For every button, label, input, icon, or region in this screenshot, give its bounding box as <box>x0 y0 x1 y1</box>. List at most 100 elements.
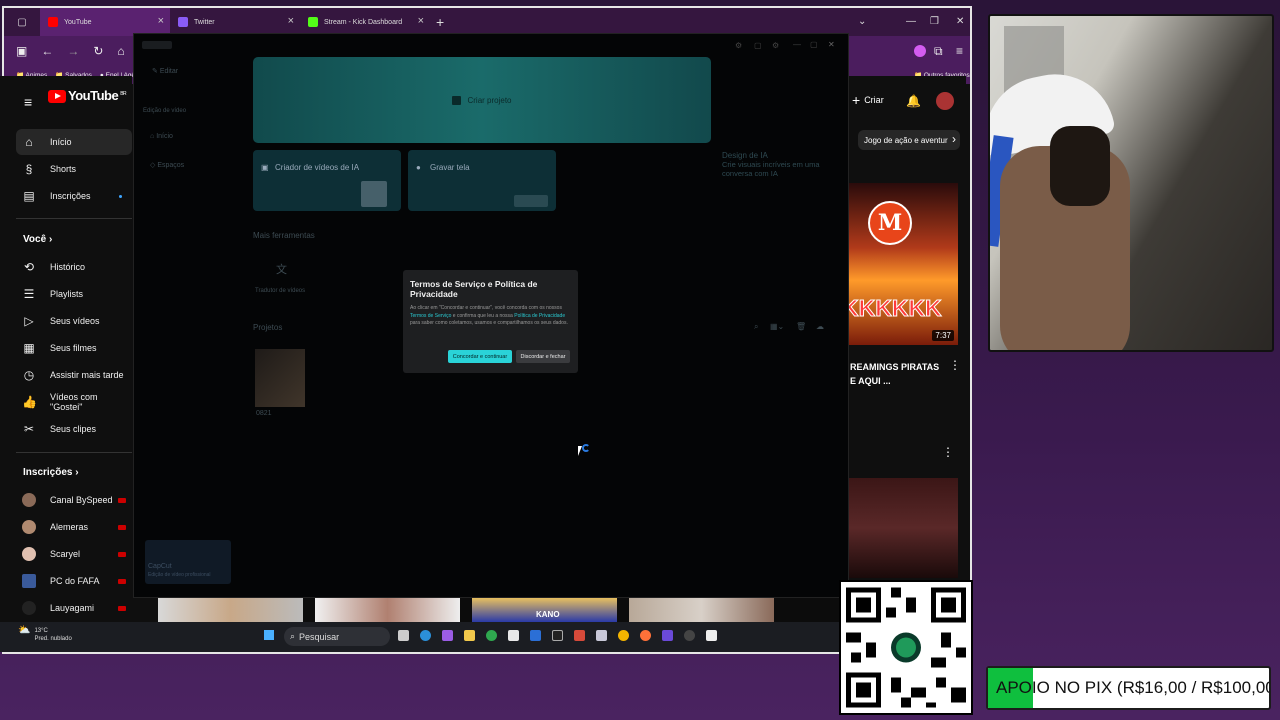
ai-video-icon: ▣ <box>261 163 269 172</box>
close-tab-icon[interactable]: × <box>418 15 424 27</box>
menu-icon[interactable]: ≡ <box>956 44 963 58</box>
create-button[interactable]: + Criar <box>852 92 884 108</box>
more-options-icon[interactable]: ⋮ <box>942 445 954 459</box>
sidebar-item-seus-filmes[interactable]: ▦ Seus filmes <box>16 335 132 361</box>
new-tab-icon[interactable]: + <box>436 14 444 30</box>
app-icon[interactable] <box>574 630 585 641</box>
subs-section-header[interactable]: Inscrições › <box>23 467 79 478</box>
store-icon[interactable] <box>508 630 519 641</box>
you-section-header[interactable]: Você › <box>23 234 52 245</box>
project-name[interactable]: 0821 <box>256 410 272 417</box>
back-icon[interactable]: ← <box>41 44 53 58</box>
app-icon[interactable] <box>596 630 607 641</box>
xbox-icon[interactable] <box>486 630 497 641</box>
capcut-sidebar-spaces[interactable]: ◇ Espaços <box>150 161 184 169</box>
capcut-help-icon[interactable]: ⚙ <box>772 41 779 50</box>
firefox-icon[interactable] <box>640 630 651 641</box>
agree-button[interactable]: Concordar e continuar <box>448 350 512 363</box>
record-screen-card[interactable]: ● Gravar tela <box>408 150 556 211</box>
sidebar-item-assistir-mais-tarde[interactable]: ◷ Assistir mais tarde <box>16 362 132 388</box>
search-icon[interactable]: ⌕ <box>754 322 758 332</box>
copilot-icon[interactable] <box>442 630 453 641</box>
notifications-bell-icon[interactable]: 🔔 <box>906 94 921 108</box>
tab-twitter[interactable]: Twitter × <box>170 8 300 36</box>
taskbar-search[interactable]: ⌕ Pesquisar <box>284 627 390 646</box>
sidebar-item-seus-videos[interactable]: ▷ Seus vídeos <box>16 308 132 334</box>
chevron-right-icon[interactable]: › <box>952 132 956 146</box>
sidebar-item-seus-clipes[interactable]: ✂ Seus clipes <box>16 416 132 442</box>
translate-icon[interactable]: 文 <box>276 261 287 277</box>
sub-canal-byspeed[interactable]: Canal BySpeed <box>16 487 132 513</box>
capcut-sidebar-home[interactable]: ⌂ Início <box>150 133 173 140</box>
maximize-icon[interactable]: ❐ <box>930 16 939 27</box>
shorts-icon: § <box>25 162 33 176</box>
trash-icon[interactable]: 🗑 <box>796 322 806 331</box>
youtube-logo[interactable]: YouTube BR <box>48 88 127 104</box>
sub-alemeras[interactable]: Alemeras <box>16 514 132 540</box>
home-icon[interactable]: ⌂ <box>117 44 124 58</box>
sub-pc-do-fafa[interactable]: PC do FAFA <box>16 568 132 594</box>
tab-list-icon[interactable]: ⌄ <box>858 16 866 27</box>
tab-actions-icon[interactable]: ▢ <box>4 17 40 28</box>
capcut-feedback-icon[interactable]: ▢ <box>754 41 762 50</box>
app-icon[interactable] <box>706 630 717 641</box>
capcut-maximize-icon[interactable]: ▢ <box>810 40 818 49</box>
ai-video-creator-card[interactable]: ▣ Criador de vídeos de IA <box>253 150 401 211</box>
card-label: Gravar tela <box>430 163 470 172</box>
minimize-icon[interactable]: — <box>906 16 916 27</box>
project-thumbnail[interactable] <box>255 349 305 407</box>
video-translator-label[interactable]: Tradutor de vídeos <box>255 288 305 294</box>
forward-icon[interactable]: → <box>67 44 79 58</box>
account-avatar[interactable] <box>936 92 954 110</box>
home-icon: ⌂ <box>25 135 33 149</box>
capcut-settings-icon[interactable]: ⚙ <box>735 41 742 50</box>
more-options-icon[interactable]: ⋮ <box>949 358 961 372</box>
close-tab-icon[interactable]: × <box>288 15 294 27</box>
sidebar-item-label: Assistir mais tarde <box>50 370 124 380</box>
file-explorer-icon[interactable] <box>464 630 475 641</box>
close-window-icon[interactable]: ✕ <box>956 16 964 27</box>
profile-icon[interactable] <box>914 45 926 57</box>
tab-kick[interactable]: Stream - Kick Dashboard × <box>300 8 430 36</box>
obs-icon[interactable] <box>684 630 695 641</box>
reload-icon[interactable]: ↻ <box>93 44 103 58</box>
sub-scaryel[interactable]: Scaryel <box>16 541 132 567</box>
privacy-link[interactable]: Política de Privacidade <box>514 313 565 319</box>
sidebar-toggle-icon[interactable]: ▣ <box>16 44 27 58</box>
sub-lauyagami[interactable]: Lauyagami <box>16 595 132 621</box>
create-project-label: Criar projeto <box>467 95 512 105</box>
weather-widget[interactable]: ⛅ 13°C Pred. nublado <box>18 626 72 643</box>
sidebar-item-playlists[interactable]: ☰ Playlists <box>16 281 132 307</box>
view-toggle-icon[interactable]: ▦⌄ <box>770 322 784 331</box>
sidebar-item-historico[interactable]: ⟲ Histórico <box>16 254 132 280</box>
hamburger-menu-icon[interactable]: ≡ <box>24 94 32 110</box>
capcut-close-icon[interactable]: ✕ <box>828 40 835 49</box>
close-tab-icon[interactable]: × <box>158 15 164 27</box>
cloud-icon[interactable]: ☁ <box>816 322 824 331</box>
extensions-icon[interactable]: ⧉ <box>934 44 943 59</box>
terms-link[interactable]: Termos de Serviço <box>410 313 451 319</box>
create-project-button[interactable]: Criar projeto <box>253 57 711 143</box>
video-thumbnail[interactable]: M KKKKKK 7:37 <box>842 183 958 345</box>
capcut-taskbar-icon[interactable] <box>552 630 563 641</box>
chrome-icon[interactable] <box>618 630 629 641</box>
video-title[interactable]: REAMINGS PIRATAS E E AQUI ... <box>850 360 942 388</box>
task-view-icon[interactable] <box>398 630 409 641</box>
sidebar-item-videos-gostei[interactable]: 👍 Vídeos com "Gostei" <box>16 389 132 415</box>
ai-design-promo[interactable]: Design de IA Crie visuais incríveis em u… <box>722 151 822 178</box>
video-thumbnail[interactable] <box>848 478 958 578</box>
mail-icon[interactable] <box>530 630 541 641</box>
windows-start-icon[interactable] <box>263 629 275 641</box>
sidebar-item-shorts[interactable]: § Shorts <box>16 156 132 182</box>
edge-icon[interactable] <box>420 630 431 641</box>
app-icon[interactable] <box>662 630 673 641</box>
sidebar-item-inscricoes[interactable]: ▤ Inscrições <box>16 183 132 209</box>
capcut-sidebar-edit[interactable]: ✎ Editar <box>152 67 178 75</box>
capcut-minimize-icon[interactable]: — <box>793 40 801 49</box>
tab-youtube[interactable]: YouTube × <box>40 8 170 36</box>
disagree-button[interactable]: Discordar e fechar <box>516 350 570 363</box>
thumbs-up-icon: 👍 <box>22 395 37 409</box>
filter-chip[interactable]: Jogo de ação e aventur <box>858 130 960 150</box>
sidebar-item-inicio[interactable]: ⌂ Início <box>16 129 132 155</box>
capcut-promo-card[interactable]: CapCut Edição de vídeo profissional <box>145 540 231 584</box>
